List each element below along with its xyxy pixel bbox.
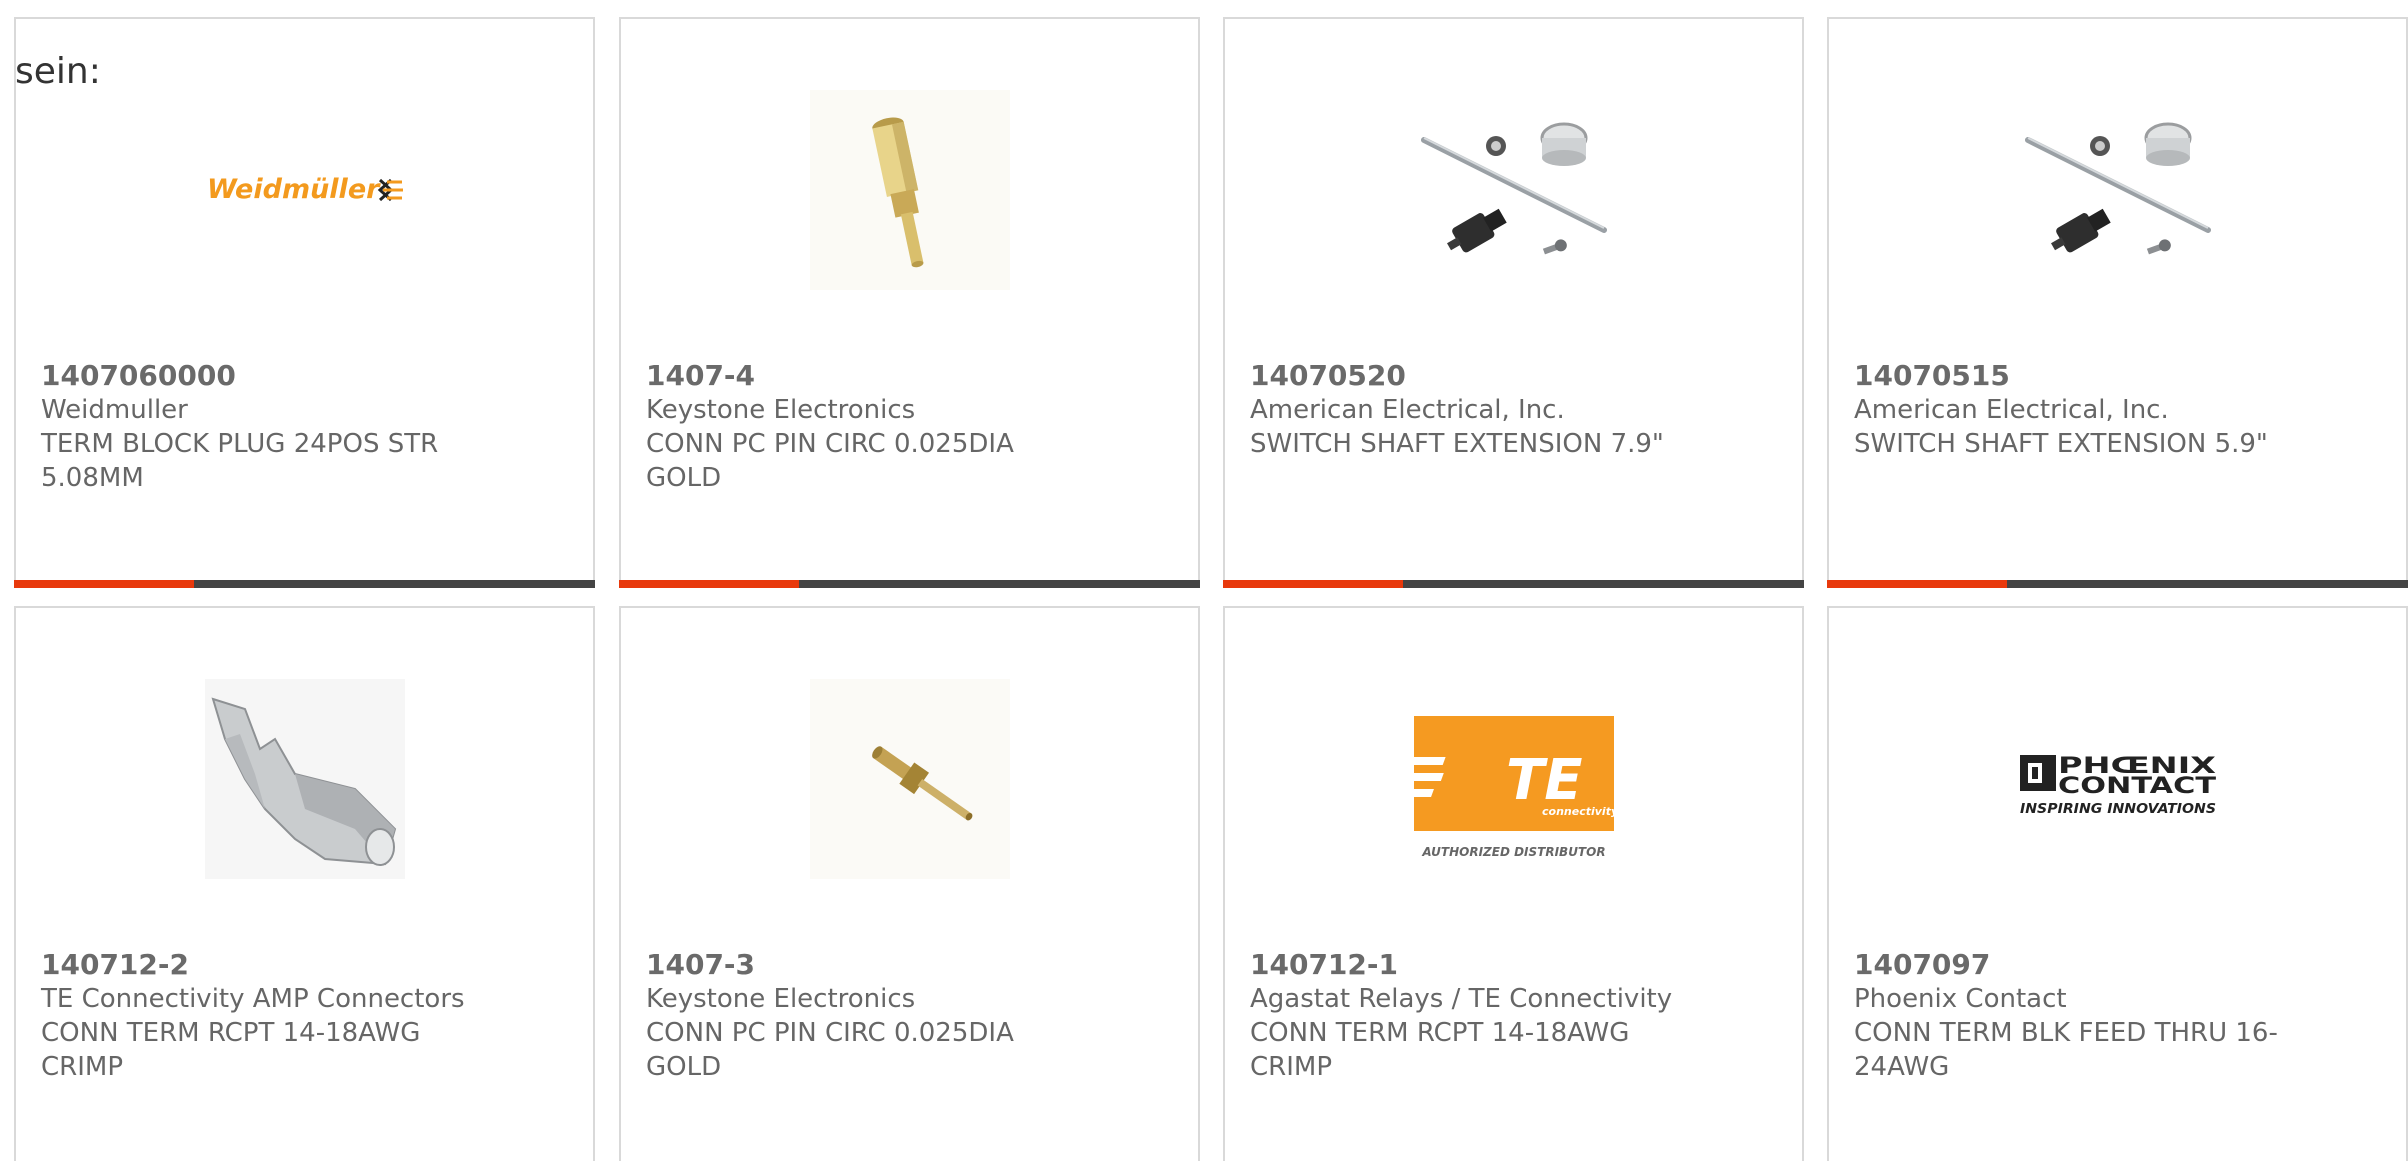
manufacturer-logo[interactable]: TE connectivity AUTHORIZED DISTRIBUTOR [1413, 679, 1614, 879]
product-card[interactable]: 14070520 American Electrical, Inc. SWITC… [1223, 17, 1804, 588]
manufacturer-name: Phoenix Contact [1854, 984, 2067, 1014]
progress-bar [1827, 580, 2408, 588]
gold-pin-icon [809, 679, 1010, 879]
te-logo-subtext: connectivity [1542, 805, 1614, 818]
product-info: 140712-1 Agastat Relays / TE Connectivit… [1250, 948, 1690, 1084]
leading-text: sein: [15, 51, 101, 92]
phoenix-contact-logo-icon: PHŒNIX CONTACT INSPIRING INNOVATIONS [2019, 754, 2216, 817]
manufacturer-name: Keystone Electronics [646, 984, 916, 1014]
manufacturer-name: Keystone Electronics [646, 395, 916, 425]
progress-bar [619, 580, 1200, 588]
manufacturer-name: TE Connectivity AMP Connectors [41, 984, 465, 1014]
description-line: CONN TERM BLK FEED THRU 16- [1854, 1018, 2278, 1048]
part-number-link[interactable]: 14070520 [1250, 359, 1690, 393]
progress-fill [1827, 580, 2008, 588]
product-info: 1407097 Phoenix Contact CONN TERM BLK FE… [1854, 948, 2294, 1084]
progress-bar [1223, 580, 1804, 588]
product-info: 14070520 American Electrical, Inc. SWITC… [1250, 359, 1690, 461]
progress-fill [1223, 580, 1404, 588]
manufacturer-logo[interactable]: PHŒNIX CONTACT INSPIRING INNOVATIONS [2018, 679, 2218, 879]
product-card[interactable]: 1407-3 Keystone Electronics CONN PC PIN … [619, 606, 1200, 1161]
shaft-extension-icon [1420, 122, 1607, 255]
product-info: 140712-2 TE Connectivity AMP Connectors … [41, 948, 481, 1084]
progress-fill [619, 580, 800, 588]
product-info: 1407-3 Keystone Electronics CONN PC PIN … [646, 948, 1086, 1084]
part-number-link[interactable]: 140712-1 [1250, 948, 1690, 982]
te-logo-icon: TE connectivity AUTHORIZED DISTRIBUTOR [1413, 716, 1614, 859]
description-line: CRIMP [41, 1052, 123, 1082]
te-logo-text: TE [1506, 748, 1582, 813]
weidmuller-logo-text: Weidmüller [207, 174, 381, 205]
phoenix-logo-text-2: CONTACT [2058, 774, 2216, 799]
manufacturer-name: Weidmuller [41, 395, 188, 425]
description-line: TERM BLOCK PLUG 24POS STR [41, 429, 439, 459]
product-info: 14070515 American Electrical, Inc. SWITC… [1854, 359, 2294, 461]
progress-bar [14, 580, 595, 588]
product-info: 1407-4 Keystone Electronics CONN PC PIN … [646, 359, 1086, 495]
crimp-receptacle-icon [204, 679, 405, 879]
part-number-link[interactable]: 1407060000 [41, 359, 481, 393]
product-image[interactable] [1414, 90, 1614, 290]
part-number-link[interactable]: 14070515 [1854, 359, 2294, 393]
part-number-link[interactable]: 1407-4 [646, 359, 1086, 393]
product-image[interactable] [809, 679, 1010, 879]
product-image[interactable] [204, 679, 405, 879]
weidmuller-logo-icon: Weidmüller [207, 174, 403, 205]
description-line: GOLD [646, 463, 722, 493]
description-line: 5.08MM [41, 463, 144, 493]
product-image[interactable] [809, 90, 1010, 290]
product-card[interactable]: PHŒNIX CONTACT INSPIRING INNOVATIONS 140… [1827, 606, 2408, 1161]
part-number-link[interactable]: 1407097 [1854, 948, 2294, 982]
product-card[interactable]: 1407-4 Keystone Electronics CONN PC PIN … [619, 17, 1200, 588]
manufacturer-logo[interactable]: Weidmüller [205, 90, 405, 290]
product-image[interactable] [2018, 90, 2218, 290]
progress-fill [14, 580, 195, 588]
manufacturer-name: American Electrical, Inc. [1250, 395, 1565, 425]
manufacturer-name: American Electrical, Inc. [1854, 395, 2169, 425]
part-number-link[interactable]: 1407-3 [646, 948, 1086, 982]
description-line: CRIMP [1250, 1052, 1332, 1082]
product-card[interactable]: 14070515 American Electrical, Inc. SWITC… [1827, 17, 2408, 588]
product-card[interactable]: Weidmüller 1407060000 Weidmuller TERM BL… [14, 17, 595, 588]
product-info: 1407060000 Weidmuller TERM BLOCK PLUG 24… [41, 359, 481, 495]
description-line: 24AWG [1854, 1052, 1950, 1082]
gold-pin-icon [809, 90, 1010, 290]
product-card[interactable]: 140712-2 TE Connectivity AMP Connectors … [14, 606, 595, 1161]
description-line: SWITCH SHAFT EXTENSION 5.9" [1854, 429, 2268, 459]
description-line: CONN TERM RCPT 14-18AWG [1250, 1018, 1630, 1048]
product-grid-page: sein: Weidmüller 1407060000 Weidmuller T… [0, 0, 2408, 1161]
description-line: CONN PC PIN CIRC 0.025DIA [646, 1018, 1014, 1048]
product-card[interactable]: TE connectivity AUTHORIZED DISTRIBUTOR 1… [1223, 606, 1804, 1161]
te-logo-caption: AUTHORIZED DISTRIBUTOR [1421, 845, 1605, 859]
part-number-link[interactable]: 140712-2 [41, 948, 481, 982]
description-line: SWITCH SHAFT EXTENSION 7.9" [1250, 429, 1664, 459]
manufacturer-name: Agastat Relays / TE Connectivity [1250, 984, 1673, 1014]
description-line: CONN TERM RCPT 14-18AWG [41, 1018, 421, 1048]
description-line: CONN PC PIN CIRC 0.025DIA [646, 429, 1014, 459]
phoenix-logo-tagline: INSPIRING INNOVATIONS [2020, 802, 2216, 817]
description-line: GOLD [646, 1052, 722, 1082]
shaft-extension-icon [2024, 122, 2211, 255]
